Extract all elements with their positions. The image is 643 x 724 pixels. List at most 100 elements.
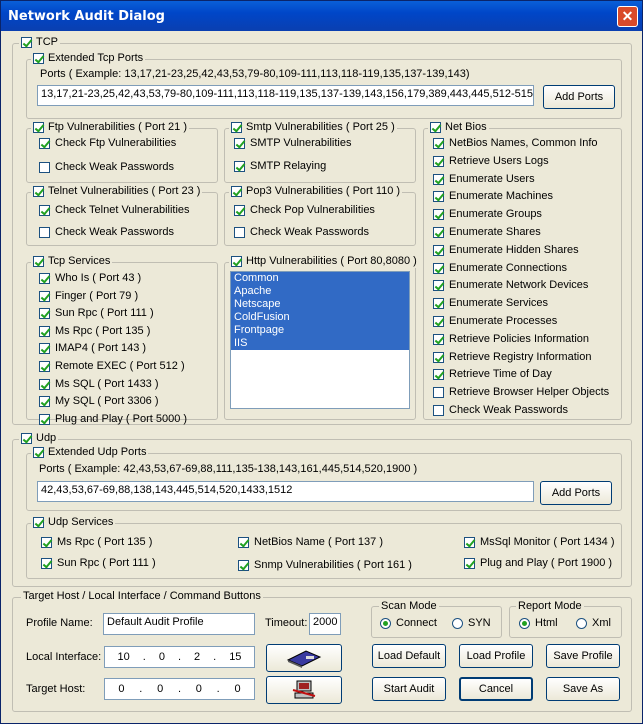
scan-mode-syn[interactable]: SYN xyxy=(452,617,491,630)
radio[interactable] xyxy=(519,618,530,629)
udp-toggle[interactable]: Udp xyxy=(19,432,59,445)
list-item[interactable]: Enumerate Users xyxy=(433,173,535,186)
profile-name-input[interactable]: Default Audit Profile xyxy=(103,613,255,635)
checkbox[interactable] xyxy=(234,161,245,172)
checkbox[interactable] xyxy=(234,138,245,149)
list-item[interactable]: Enumerate Shares xyxy=(433,226,541,239)
telnet-check-vuln[interactable]: Check Telnet Vulnerabilities xyxy=(39,204,190,217)
checkbox[interactable] xyxy=(433,387,444,399)
telnet-checkbox[interactable] xyxy=(33,186,44,197)
list-item[interactable]: IMAP4 ( Port 143 ) xyxy=(39,342,146,355)
list-item[interactable]: Enumerate Machines xyxy=(433,190,553,203)
checkbox[interactable] xyxy=(433,155,444,167)
checkbox[interactable] xyxy=(39,290,50,302)
list-item[interactable]: Netscape xyxy=(231,298,409,311)
list-item[interactable]: Enumerate Processes xyxy=(433,315,557,328)
checkbox[interactable] xyxy=(433,173,444,185)
telnet-toggle[interactable]: Telnet Vulnerabilities ( Port 23 ) xyxy=(31,185,203,198)
load-default-button[interactable]: Load Default xyxy=(372,644,446,668)
checkbox[interactable] xyxy=(39,361,50,372)
ftp-checkbox[interactable] xyxy=(33,122,44,133)
list-item[interactable]: Ms SQL ( Port 1433 ) xyxy=(39,378,159,391)
tcp-checkbox[interactable] xyxy=(21,37,32,48)
tcp-services-checkbox[interactable] xyxy=(33,256,44,267)
checkbox[interactable] xyxy=(433,209,444,221)
udp-service-snmp[interactable]: Snmp Vulnerabilities ( Port 161 ) xyxy=(238,559,412,572)
list-item[interactable]: Enumerate Groups xyxy=(433,208,542,221)
list-item[interactable]: Remote EXEC ( Port 512 ) xyxy=(39,360,185,373)
ftp-toggle[interactable]: Ftp Vulnerabilities ( Port 21 ) xyxy=(31,121,189,134)
smtp-relaying[interactable]: SMTP Relaying xyxy=(234,160,326,173)
list-item[interactable]: Finger ( Port 79 ) xyxy=(39,290,138,303)
ftp-check-vuln[interactable]: Check Ftp Vulnerabilities xyxy=(39,137,176,150)
list-item[interactable]: Enumerate Network Devices xyxy=(433,279,588,292)
add-tcp-ports-button[interactable]: Add Ports xyxy=(543,85,615,109)
pop3-toggle[interactable]: Pop3 Vulnerabilities ( Port 110 ) xyxy=(229,185,403,198)
checkbox[interactable] xyxy=(39,138,50,149)
list-item[interactable]: Enumerate Services xyxy=(433,297,548,310)
extended-udp-checkbox[interactable] xyxy=(33,447,44,458)
telnet-check-weak[interactable]: Check Weak Passwords xyxy=(39,226,174,239)
checkbox[interactable] xyxy=(39,396,50,408)
pop3-checkbox[interactable] xyxy=(231,186,242,197)
checkbox[interactable] xyxy=(39,162,50,173)
smtp-checkbox[interactable] xyxy=(231,122,242,133)
pop-check-weak[interactable]: Check Weak Passwords xyxy=(234,226,369,239)
udp-ports-input[interactable]: 42,43,53,67-69,88,138,143,445,514,520,14… xyxy=(37,481,534,502)
list-item[interactable]: Retrieve Time of Day xyxy=(433,368,552,381)
list-item[interactable]: Plug and Play ( Port 5000 ) xyxy=(39,413,187,426)
report-mode-html[interactable]: Html xyxy=(519,617,558,630)
list-item[interactable]: My SQL ( Port 3306 ) xyxy=(39,395,159,408)
checkbox[interactable] xyxy=(238,537,249,548)
checkbox[interactable] xyxy=(433,369,444,381)
udp-service-netbios-name[interactable]: NetBios Name ( Port 137 ) xyxy=(238,536,383,549)
udp-service-mssql-monitor[interactable]: MsSql Monitor ( Port 1434 ) xyxy=(464,536,615,549)
list-item[interactable]: Retrieve Browser Helper Objects xyxy=(433,386,609,399)
select-interface-button[interactable] xyxy=(266,644,342,672)
timeout-input[interactable]: 2000 xyxy=(309,613,341,635)
checkbox[interactable] xyxy=(39,325,50,337)
select-host-button[interactable] xyxy=(266,676,342,704)
list-item[interactable]: NetBios Names, Common Info xyxy=(433,137,598,150)
udp-service-sunrpc[interactable]: Sun Rpc ( Port 111 ) xyxy=(41,557,156,570)
checkbox[interactable] xyxy=(39,308,50,320)
udp-services-checkbox[interactable] xyxy=(33,517,44,528)
checkbox[interactable] xyxy=(433,333,444,345)
close-icon[interactable]: ✕ xyxy=(617,6,638,27)
checkbox[interactable] xyxy=(433,405,444,416)
list-item[interactable]: Who Is ( Port 43 ) xyxy=(39,272,141,285)
list-item[interactable]: ColdFusion xyxy=(231,311,409,324)
add-udp-ports-button[interactable]: Add Ports xyxy=(540,481,612,505)
checkbox[interactable] xyxy=(39,273,50,284)
scan-mode-connect[interactable]: Connect xyxy=(380,617,437,630)
checkbox[interactable] xyxy=(39,205,50,216)
checkbox[interactable] xyxy=(238,560,249,571)
checkbox[interactable] xyxy=(433,138,444,149)
list-item[interactable]: Ms Rpc ( Port 135 ) xyxy=(39,325,150,338)
save-as-button[interactable]: Save As xyxy=(546,677,620,701)
list-item[interactable]: IIS xyxy=(231,337,409,350)
radio[interactable] xyxy=(576,618,587,629)
checkbox[interactable] xyxy=(464,558,475,569)
checkbox[interactable] xyxy=(433,191,444,203)
checkbox[interactable] xyxy=(39,227,50,238)
checkbox[interactable] xyxy=(433,298,444,310)
http-checkbox[interactable] xyxy=(231,256,242,267)
checkbox[interactable] xyxy=(433,351,444,363)
checkbox[interactable] xyxy=(433,244,444,256)
checkbox[interactable] xyxy=(234,227,245,238)
smtp-vuln[interactable]: SMTP Vulnerabilities xyxy=(234,137,352,150)
tcp-toggle[interactable]: TCP xyxy=(19,36,60,49)
load-profile-button[interactable]: Load Profile xyxy=(459,644,533,668)
checkbox[interactable] xyxy=(39,343,50,355)
extended-tcp-toggle[interactable]: Extended Tcp Ports xyxy=(31,52,146,65)
list-item[interactable]: Retrieve Policies Information xyxy=(433,333,589,346)
http-toggle[interactable]: Http Vulnerabilities ( Port 80,8080 ) xyxy=(229,255,419,268)
list-item[interactable]: Retrieve Registry Information xyxy=(433,351,591,364)
list-item[interactable]: Check Weak Passwords xyxy=(433,404,568,417)
checkbox[interactable] xyxy=(41,537,52,548)
checkbox[interactable] xyxy=(234,205,245,216)
list-item[interactable]: Frontpage xyxy=(231,324,409,337)
extended-tcp-checkbox[interactable] xyxy=(33,53,44,64)
pop-check-vuln[interactable]: Check Pop Vulnerabilities xyxy=(234,204,375,217)
